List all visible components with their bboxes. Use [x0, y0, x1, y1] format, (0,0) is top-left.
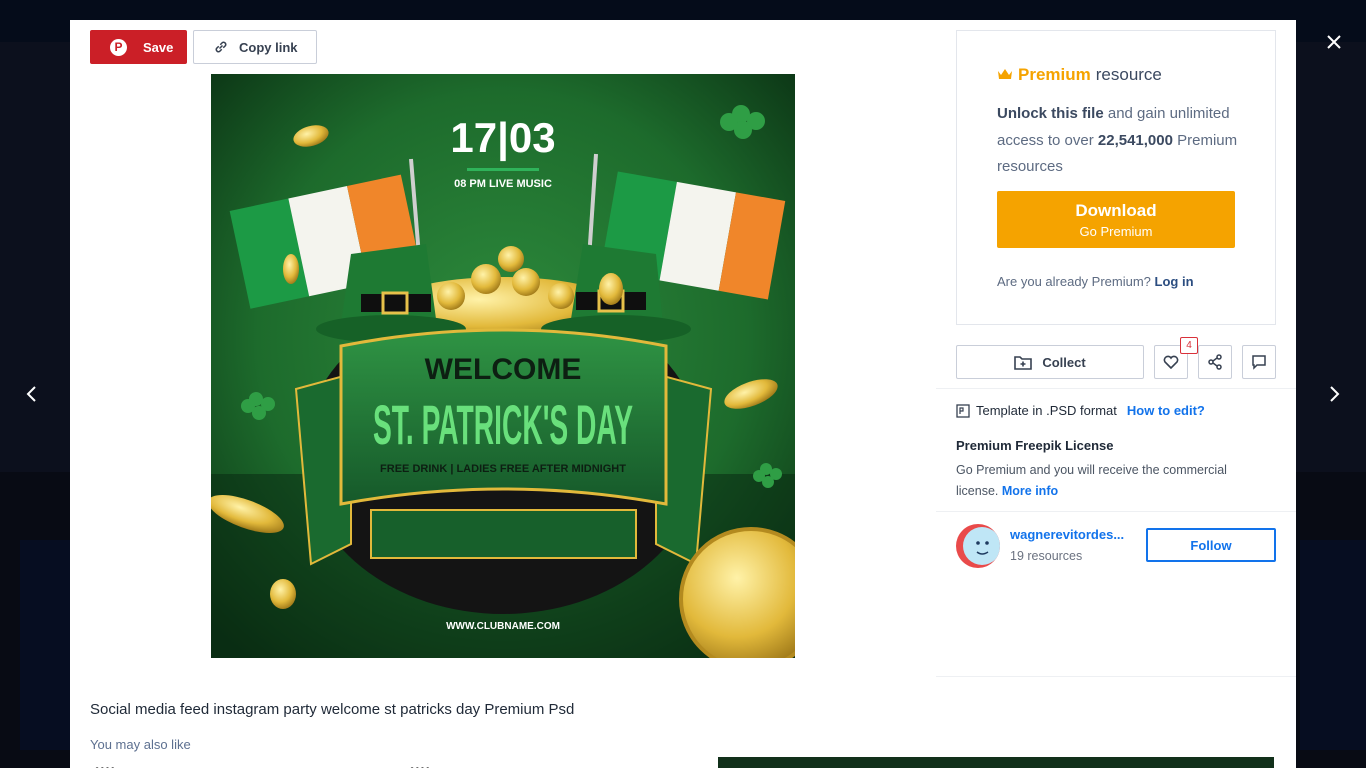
- collect-label: Collect: [1042, 354, 1086, 370]
- save-label: Save: [143, 39, 174, 55]
- download-label: Download: [1075, 201, 1157, 220]
- close-icon[interactable]: [1322, 30, 1346, 54]
- share-button[interactable]: [1198, 345, 1232, 379]
- template-format-row: Template in .PSD format How to edit?: [956, 403, 1205, 418]
- link-icon: [215, 41, 227, 53]
- license-description: Go Premium and you will receive the comm…: [956, 460, 1246, 502]
- psd-file-icon: [956, 403, 970, 418]
- likes-count-badge: 4: [1180, 337, 1198, 354]
- template-format-text: Template in .PSD format: [976, 403, 1117, 418]
- share-icon: [1208, 354, 1222, 370]
- resource-word: resource: [1095, 65, 1162, 84]
- resource-title: Social media feed instagram party welcom…: [90, 701, 575, 718]
- license-title: Premium Freepik License: [956, 438, 1114, 453]
- copy-link-label: Copy link: [239, 39, 298, 55]
- more-info-link[interactable]: More info: [1002, 484, 1058, 498]
- divider: [936, 511, 1296, 512]
- download-button[interactable]: Download Go Premium: [997, 191, 1235, 248]
- poster-website: WWW.CLUBNAME.COM: [446, 621, 560, 632]
- next-arrow-icon[interactable]: [1322, 382, 1346, 406]
- license-text: Go Premium and you will receive the comm…: [956, 463, 1227, 498]
- resource-count: 22,541,000: [1097, 131, 1173, 149]
- divider: [936, 388, 1296, 389]
- related-item-dots: ••••: [410, 762, 431, 768]
- resource-modal: P Save Copy link 17|03 08 PM LIVE MUSIC …: [70, 20, 1296, 768]
- previous-arrow-icon[interactable]: [20, 382, 44, 406]
- comment-button[interactable]: [1242, 345, 1276, 379]
- premium-heading: Premium resource: [997, 65, 1162, 85]
- collect-button[interactable]: Collect: [956, 345, 1144, 379]
- comment-icon: [1252, 355, 1266, 370]
- pinterest-icon: P: [110, 38, 127, 56]
- login-link[interactable]: Log in: [1155, 274, 1194, 289]
- premium-word: Premium: [1018, 65, 1091, 84]
- poster-tagline: FREE DRINK | LADIES FREE AFTER MIDNIGHT: [380, 463, 626, 475]
- poster-date: 17|03: [450, 114, 555, 162]
- poster-welcome: WELCOME: [425, 353, 582, 386]
- unlock-bold: Unlock this file: [997, 105, 1104, 122]
- related-item-dots: ••••: [95, 762, 116, 768]
- follow-button[interactable]: Follow: [1146, 528, 1276, 562]
- related-thumbnail[interactable]: [718, 757, 1274, 768]
- unlock-description: Unlock this file and gain unlimited acce…: [997, 101, 1247, 181]
- save-button[interactable]: P Save: [90, 30, 187, 64]
- already-premium-text: Are you already Premium? Log in: [997, 274, 1194, 289]
- author-name-link[interactable]: wagnerevitordes...: [1010, 527, 1124, 542]
- heart-icon: [1163, 355, 1179, 369]
- poster-subtitle: 08 PM LIVE MUSIC: [454, 178, 552, 190]
- avatar[interactable]: [956, 524, 1000, 568]
- folder-plus-icon: [1014, 356, 1033, 370]
- already-premium-question: Are you already Premium?: [997, 274, 1151, 289]
- copy-link-button[interactable]: Copy link: [193, 30, 317, 64]
- author-resources-count: 19 resources: [1010, 549, 1083, 563]
- crown-icon: [997, 67, 1013, 84]
- poster-headline: ST. PATRICK'S DAY: [373, 393, 633, 456]
- how-to-edit-link[interactable]: How to edit?: [1127, 403, 1205, 418]
- you-may-also-like-heading: You may also like: [90, 737, 191, 752]
- go-premium-label: Go Premium: [1079, 224, 1153, 239]
- preview-image: 17|03 08 PM LIVE MUSIC WELCOME ST. PATRI…: [211, 74, 795, 658]
- premium-box: Premium resource Unlock this file and ga…: [956, 30, 1276, 325]
